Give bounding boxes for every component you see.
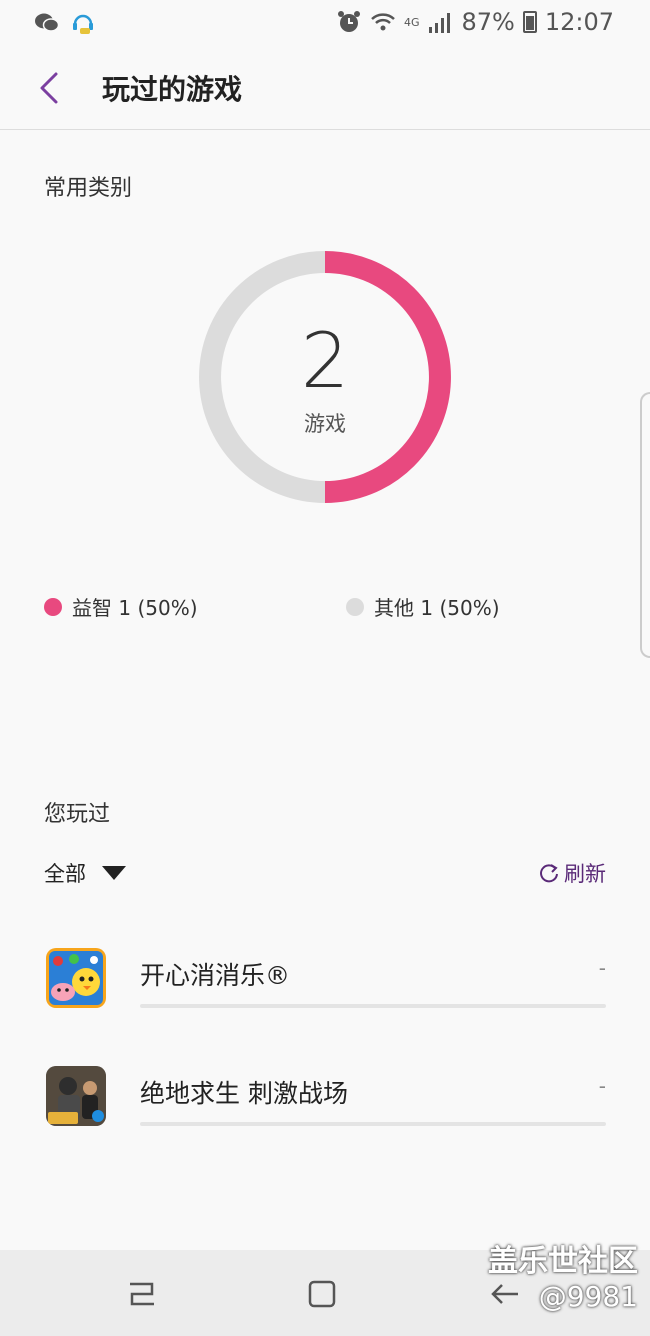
battery-percent: 87% bbox=[461, 8, 515, 36]
legend-item-puzzle: 益智 1 (50%) bbox=[44, 592, 198, 621]
dropdown-arrow-icon bbox=[102, 866, 126, 880]
refresh-button[interactable]: 刷新 bbox=[538, 858, 606, 888]
pubg-game-icon bbox=[46, 1066, 106, 1126]
page-title: 玩过的游戏 bbox=[102, 73, 243, 106]
wechat-icon bbox=[35, 13, 60, 32]
refresh-label: 刷新 bbox=[564, 862, 606, 886]
list-item[interactable]: 开心消消乐® - bbox=[0, 948, 650, 1048]
signal-icon bbox=[429, 13, 451, 33]
game-progress-track bbox=[140, 1122, 606, 1126]
back-arrow-icon[interactable] bbox=[486, 1274, 526, 1314]
legend-dot bbox=[346, 597, 364, 616]
legend-label: 其他 1 (50%) bbox=[374, 596, 500, 620]
legend-label: 益智 1 (50%) bbox=[72, 596, 198, 620]
status-bar: 4G 87% 12:07 bbox=[0, 0, 650, 48]
legend-dot bbox=[44, 597, 62, 616]
happy-elimination-game-icon bbox=[46, 948, 106, 1008]
categories-heading: 常用类别 bbox=[44, 176, 133, 201]
clock: 12:07 bbox=[544, 8, 614, 36]
game-value: - bbox=[598, 956, 606, 980]
refresh-icon bbox=[540, 864, 558, 883]
headset-notification-icon bbox=[73, 14, 93, 34]
game-count-unit: 游戏 bbox=[304, 412, 346, 436]
home-icon[interactable] bbox=[302, 1274, 342, 1314]
game-name: 绝地求生 刺激战场 bbox=[140, 1079, 348, 1108]
watermark-id: @9981 bbox=[538, 1280, 638, 1313]
app-bar: 玩过的游戏 bbox=[0, 48, 650, 130]
donut-center: 2 游戏 bbox=[198, 250, 452, 504]
edge-panel-handle[interactable] bbox=[640, 392, 650, 658]
watermark-title: 盖乐世社区 bbox=[488, 1244, 638, 1279]
battery-icon bbox=[522, 11, 537, 33]
game-name: 开心消消乐® bbox=[140, 961, 291, 990]
filter-label: 全部 bbox=[44, 862, 86, 886]
legend-item-other: 其他 1 (50%) bbox=[346, 592, 500, 621]
game-count: 2 bbox=[300, 316, 350, 405]
chevron-left-icon[interactable] bbox=[30, 66, 70, 110]
alarm-icon bbox=[337, 11, 360, 32]
network-type: 4G bbox=[403, 15, 420, 29]
game-progress-track bbox=[140, 1004, 606, 1008]
wifi-icon bbox=[371, 13, 395, 31]
list-item[interactable]: 绝地求生 刺激战场 - bbox=[0, 1066, 650, 1166]
recent-apps-icon[interactable] bbox=[122, 1274, 162, 1314]
filter-dropdown[interactable]: 全部 bbox=[44, 858, 126, 888]
played-heading: 您玩过 bbox=[44, 802, 111, 827]
category-donut-chart: 2 游戏 bbox=[198, 250, 452, 504]
game-value: - bbox=[598, 1074, 606, 1098]
